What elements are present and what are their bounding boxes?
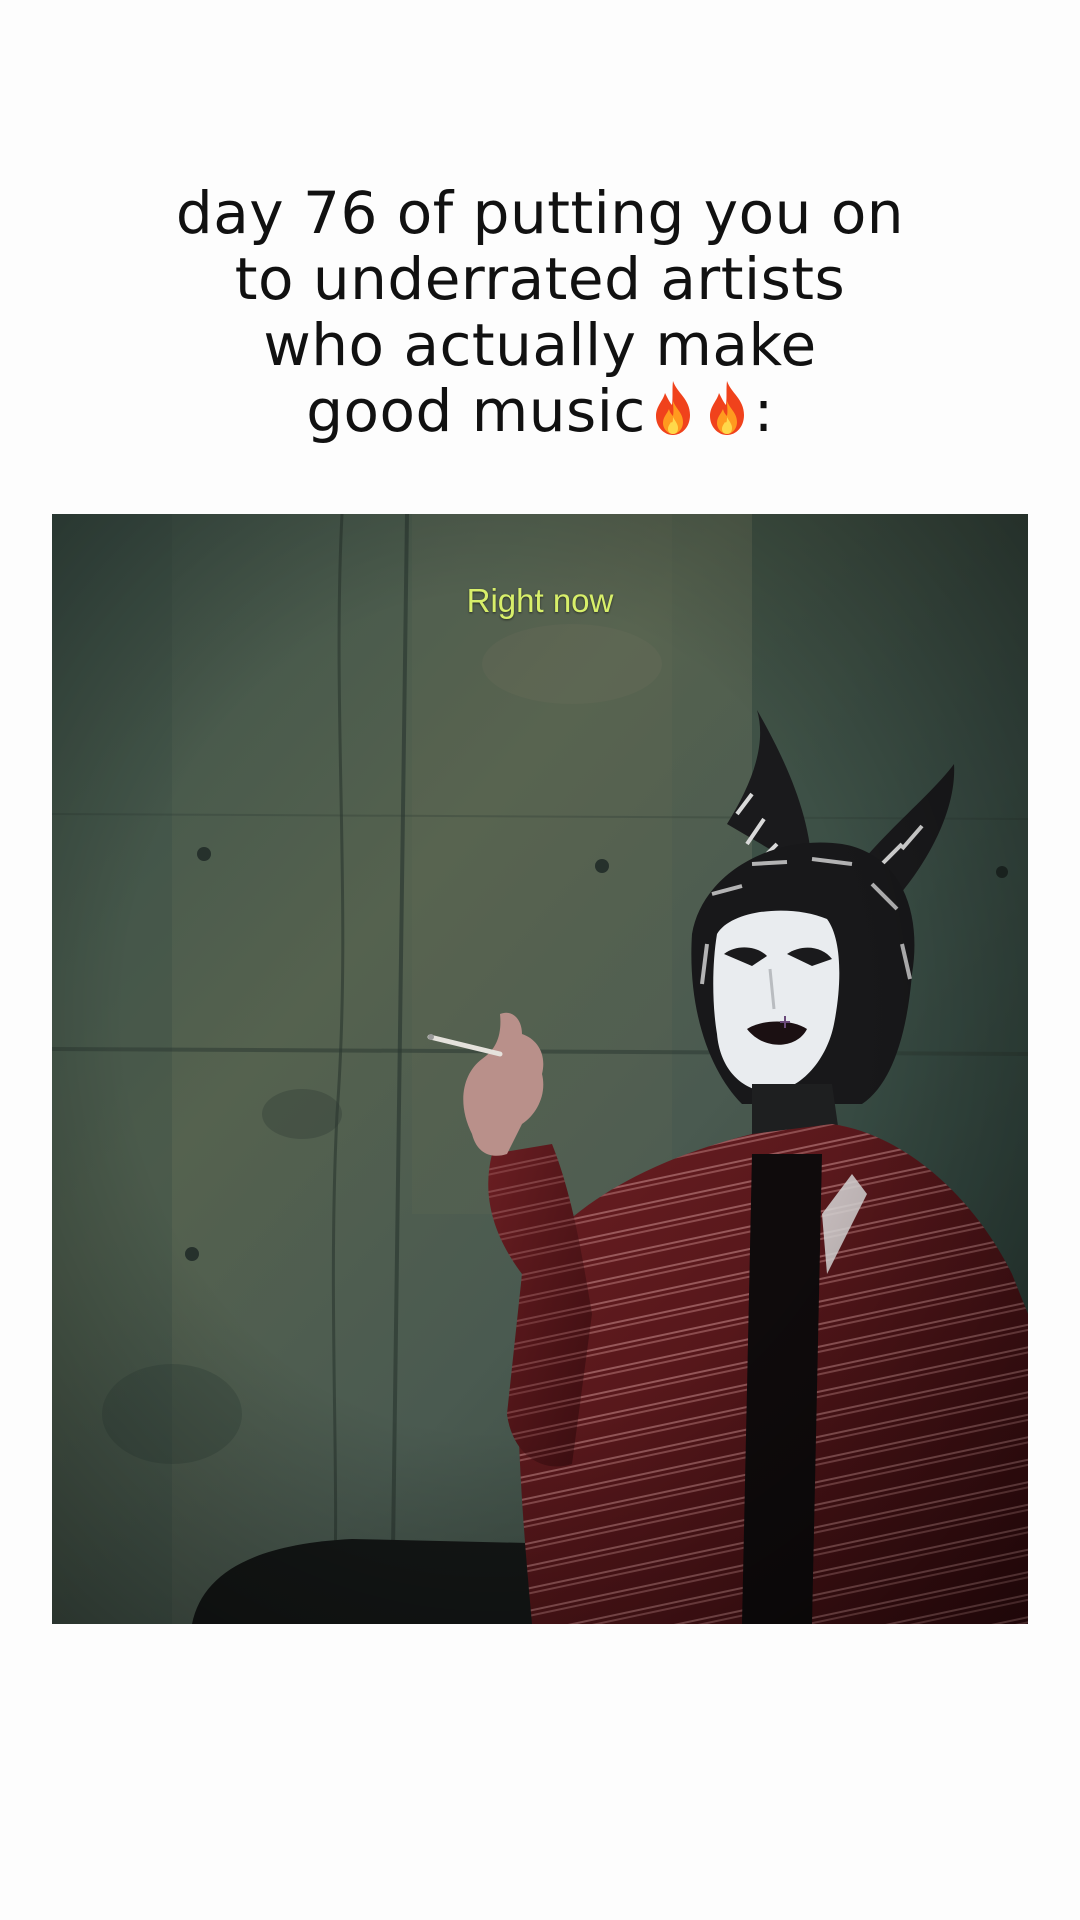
video-frame[interactable]: Right now (52, 514, 1028, 1624)
caption-text: day 76 of putting you on to underrated a… (60, 180, 1020, 444)
caption-line-4: good music: (60, 378, 1020, 444)
video-overlay-text: Right now (466, 582, 614, 619)
caption-line-4-text: good music (306, 377, 646, 445)
caption-line-3: who actually make (263, 311, 817, 379)
fire-icon (655, 381, 690, 435)
caption-line-4-suffix: : (753, 377, 774, 445)
video-scene-image (52, 514, 1028, 1624)
caption-line-2: to underrated artists (234, 245, 846, 313)
caption-line-1: day 76 of putting you on (175, 179, 905, 247)
fire-icon (709, 381, 744, 435)
story-screen: day 76 of putting you on to underrated a… (0, 0, 1080, 1920)
